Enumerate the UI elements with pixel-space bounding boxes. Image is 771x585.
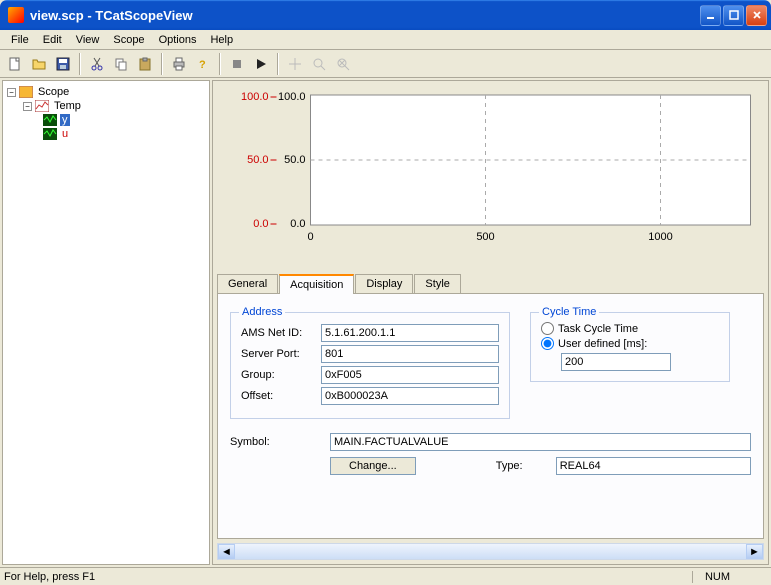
window-title: view.scp - TCatScopeView [28,8,700,23]
svg-text:0: 0 [307,231,313,243]
save-icon[interactable] [52,53,74,75]
tab-display[interactable]: Display [355,274,413,294]
tree-channel-u-label: u [60,128,70,140]
scope-icon [19,86,33,98]
tree-root[interactable]: − Scope [7,85,205,99]
content-pane: 100.0 50.0 0.0 100.0 50.0 0.0 0 500 1000… [212,80,769,565]
scroll-track[interactable] [235,544,746,559]
crosshair-icon[interactable] [284,53,306,75]
status-help: For Help, press F1 [4,571,95,583]
titlebar: view.scp - TCatScopeView [0,0,771,30]
help-icon[interactable]: ? [192,53,214,75]
offset-input[interactable] [321,387,499,405]
chart-icon [35,100,49,112]
copy-icon[interactable] [110,53,132,75]
tree-root-label: Scope [36,86,71,98]
print-icon[interactable] [168,53,190,75]
menubar: File Edit View Scope Options Help [0,30,771,50]
collapse-icon[interactable]: − [23,102,32,111]
tab-style[interactable]: Style [414,274,460,294]
svg-text:1000: 1000 [648,231,672,243]
address-group: Address AMS Net ID: Server Port: Group: … [230,312,510,419]
tree-channel-y-label: y [60,114,70,126]
svg-text:0.0: 0.0 [290,218,305,230]
tree-pane: − Scope − Temp y u [2,80,210,565]
tab-acquisition[interactable]: Acquisition [279,274,354,294]
stop-icon[interactable] [226,53,248,75]
toolbar: ? [0,50,771,78]
ams-label: AMS Net ID: [241,327,321,339]
zoom-reset-icon[interactable] [332,53,354,75]
svg-text:?: ? [199,59,206,71]
type-label: Type: [496,460,556,472]
signal-icon [43,128,57,140]
maximize-button[interactable] [723,5,744,26]
cycle-value-input[interactable] [561,353,671,371]
svg-text:100.0: 100.0 [278,91,306,103]
zoom-icon[interactable] [308,53,330,75]
collapse-icon[interactable]: − [7,88,16,97]
new-icon[interactable] [4,53,26,75]
tree-channel-y[interactable]: y [7,113,205,127]
scroll-left-icon[interactable]: ◄ [218,544,235,559]
signal-icon [43,114,57,126]
tree-group[interactable]: − Temp [7,99,205,113]
group-label: Group: [241,369,321,381]
open-icon[interactable] [28,53,50,75]
play-icon[interactable] [250,53,272,75]
type-input[interactable] [556,457,751,475]
port-label: Server Port: [241,348,321,360]
minimize-button[interactable] [700,5,721,26]
cut-icon[interactable] [86,53,108,75]
chart-area[interactable]: 100.0 50.0 0.0 100.0 50.0 0.0 0 500 1000 [217,85,764,265]
address-title: Address [239,306,285,318]
offset-label: Offset: [241,390,321,402]
tree-channel-u[interactable]: u [7,127,205,141]
cycle-title: Cycle Time [539,306,599,318]
tab-content: Address AMS Net ID: Server Port: Group: … [217,293,764,539]
radio-user-defined[interactable] [541,337,554,350]
tree-group-label: Temp [52,100,83,112]
statusbar: For Help, press F1 NUM [0,567,771,585]
menu-view[interactable]: View [69,32,107,48]
svg-text:100.0: 100.0 [241,91,269,103]
close-button[interactable] [746,5,767,26]
svg-text:0.0: 0.0 [253,218,268,230]
group-input[interactable] [321,366,499,384]
menu-options[interactable]: Options [152,32,204,48]
app-icon [8,7,24,23]
svg-text:50.0: 50.0 [284,154,305,166]
tabstrip: General Acquisition Display Style [217,273,764,293]
radio-task-label: Task Cycle Time [558,323,638,335]
port-input[interactable] [321,345,499,363]
menu-help[interactable]: Help [203,32,240,48]
symbol-label: Symbol: [230,436,330,448]
menu-file[interactable]: File [4,32,36,48]
symbol-input[interactable] [330,433,751,451]
svg-text:500: 500 [476,231,494,243]
radio-task-cycle[interactable] [541,322,554,335]
status-num: NUM [692,571,742,583]
menu-scope[interactable]: Scope [106,32,151,48]
radio-user-label: User defined [ms]: [558,338,647,350]
ams-input[interactable] [321,324,499,342]
horizontal-scrollbar[interactable]: ◄ ► [217,543,764,560]
svg-text:50.0: 50.0 [247,154,268,166]
cycle-group: Cycle Time Task Cycle Time User defined … [530,312,730,382]
scroll-right-icon[interactable]: ► [746,544,763,559]
tab-general[interactable]: General [217,274,278,294]
change-button[interactable]: Change... [330,457,416,475]
paste-icon[interactable] [134,53,156,75]
menu-edit[interactable]: Edit [36,32,69,48]
